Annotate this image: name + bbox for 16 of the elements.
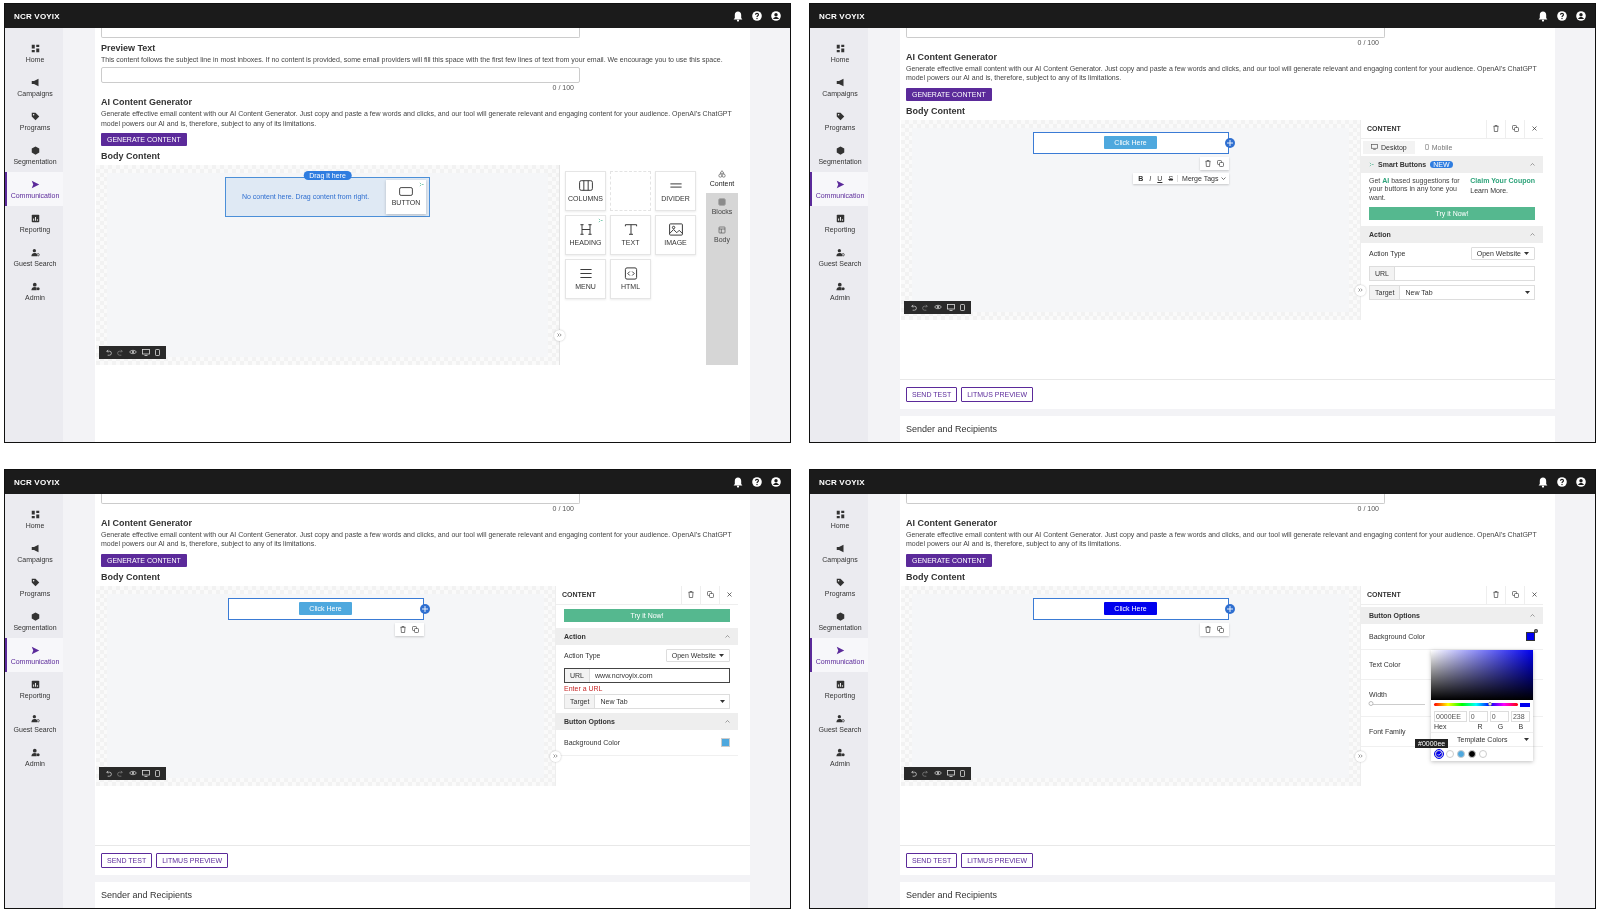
section-heading: AI Content Generator [906,52,998,63]
section-heading: Sender and Recipients [101,890,193,900]
brand-name: NCR VOYIX [14,11,60,21]
brand-name: NCR VOYIX [14,477,60,487]
section-heading: Sender and Recipients [906,890,998,900]
section-heading: AI Content Generator [101,97,193,108]
section-heading: Body Content [906,571,966,582]
section-heading: Preview Text [101,43,157,53]
brand-name: NCR VOYIX [819,11,865,21]
section-heading: Sender and Recipients [906,424,998,434]
section-heading: Body Content [101,150,161,161]
section-heading: Body Content [101,571,161,582]
section-heading: AI Content Generator [101,518,193,529]
brand-name: NCR VOYIX [819,477,865,487]
section-heading: AI Content Generator [906,518,998,529]
section-heading: Body Content [906,105,966,116]
